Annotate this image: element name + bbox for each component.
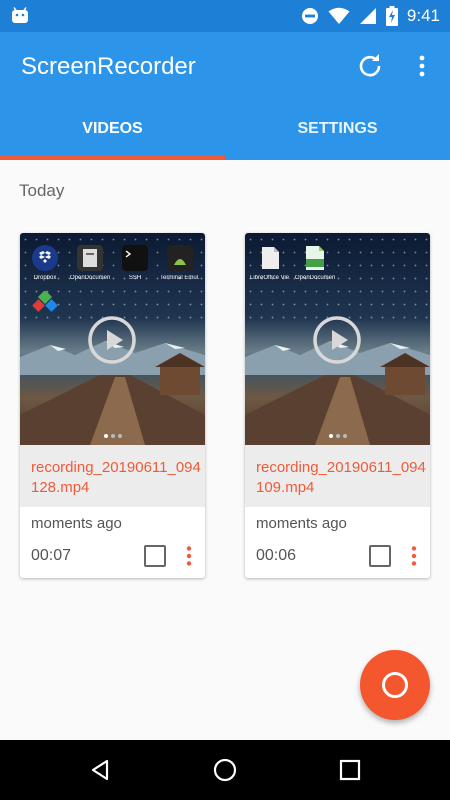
page-indicator-dots (329, 434, 347, 438)
video-timestamp: moments ago (256, 515, 347, 532)
video-file-name[interactable]: recording_20190611_094128.mp4 (20, 445, 205, 507)
app-label: Dropbox (33, 275, 57, 281)
tab-indicator (0, 156, 225, 159)
app-label: LibreOffice Vie... (250, 275, 290, 281)
tab-videos[interactable]: VIDEOS (0, 120, 225, 138)
recents-icon[interactable] (338, 758, 362, 782)
signal-icon (359, 8, 376, 24)
terminal-app-icon (167, 245, 193, 276)
more-vert-icon[interactable] (410, 545, 418, 567)
video-file-name[interactable]: recording_20190611_094109.mp4 (245, 445, 430, 507)
record-button[interactable] (360, 650, 430, 720)
ssh-app-icon (122, 245, 148, 276)
document-app-icon (77, 245, 103, 276)
section-label-today: Today (19, 181, 65, 200)
video-timestamp: moments ago (31, 515, 122, 532)
status-bar: 9:41 (0, 0, 450, 32)
more-vert-icon[interactable] (410, 52, 434, 80)
refresh-icon[interactable] (356, 52, 384, 80)
page-indicator-dots (104, 434, 122, 438)
select-checkbox[interactable] (144, 545, 166, 567)
video-thumbnail[interactable]: Dropbox OpenDocumen... SSH Terminal Emul… (20, 233, 205, 445)
navigation-bar (0, 740, 450, 800)
android-icon (12, 7, 28, 23)
video-duration: 00:07 (31, 547, 72, 564)
app-label: Terminal Emul... (160, 275, 200, 281)
tab-settings[interactable]: SETTINGS (225, 120, 450, 138)
blocks-app-icon (32, 289, 58, 322)
video-card[interactable]: Dropbox OpenDocumen... SSH Terminal Emul… (20, 233, 205, 578)
play-icon[interactable] (87, 315, 137, 365)
app-label: OpenDocumen... (70, 275, 110, 281)
libreoffice-app-icon (257, 245, 283, 276)
video-card[interactable]: LibreOffice Vie... OpenDocumen... record… (245, 233, 430, 578)
opendocument-app-icon (302, 245, 328, 276)
record-icon (382, 672, 408, 698)
status-time: 9:41 (406, 6, 440, 25)
select-checkbox[interactable] (369, 545, 391, 567)
app-title: ScreenRecorder (21, 53, 196, 80)
app-bar: ScreenRecorder VIDEOS SETTINGS (0, 32, 450, 160)
app-label: SSH (128, 275, 142, 281)
wifi-icon (328, 7, 350, 24)
home-icon[interactable] (213, 758, 237, 782)
more-vert-icon[interactable] (185, 545, 193, 567)
video-duration: 00:06 (256, 547, 297, 564)
dropbox-app-icon (32, 245, 58, 276)
battery-charging-icon (385, 6, 398, 26)
do-not-disturb-icon (301, 8, 318, 24)
back-icon[interactable] (88, 758, 112, 782)
play-icon[interactable] (312, 315, 362, 365)
app-label: OpenDocumen... (295, 275, 335, 281)
video-thumbnail[interactable]: LibreOffice Vie... OpenDocumen... (245, 233, 430, 445)
